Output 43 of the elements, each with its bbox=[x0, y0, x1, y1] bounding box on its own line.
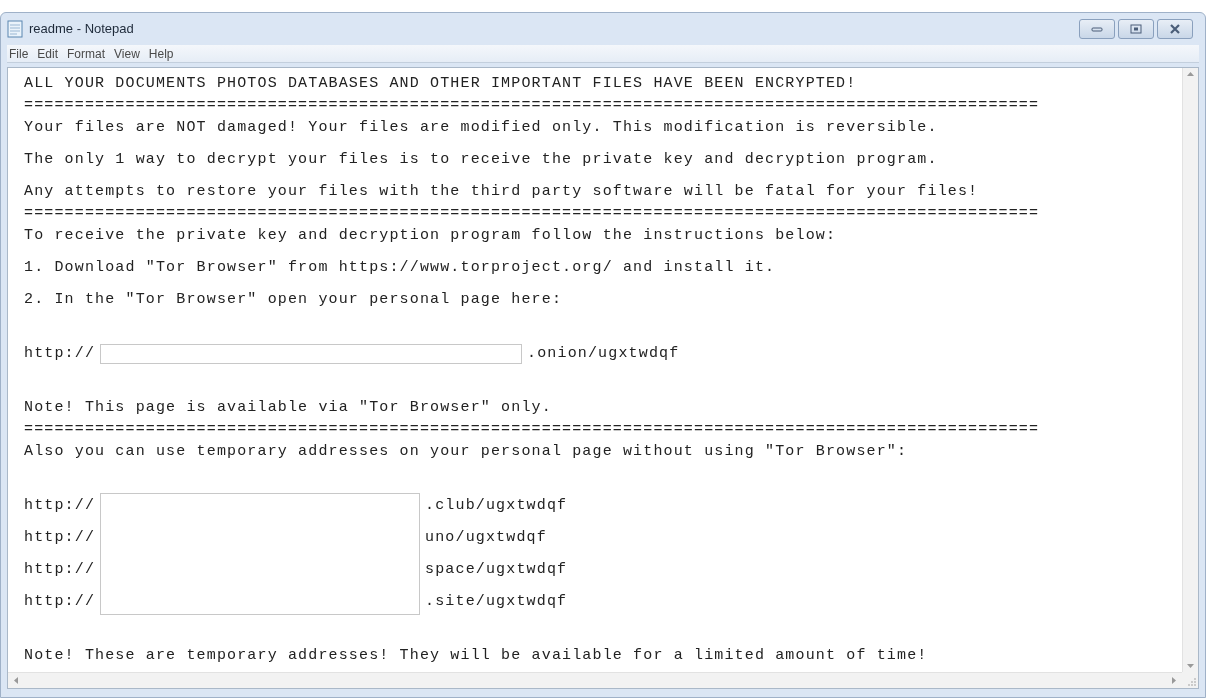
maximize-icon bbox=[1130, 24, 1142, 34]
url-text: space/ugxtwdqf bbox=[425, 559, 568, 580]
url-text: http:// bbox=[24, 495, 96, 516]
separator-line: ==================================================================================================== bbox=[24, 100, 1040, 112]
menu-item[interactable]: Edit bbox=[37, 44, 59, 63]
resize-grip-icon[interactable] bbox=[1188, 678, 1196, 686]
close-button[interactable] bbox=[1157, 19, 1193, 39]
text-line: The only 1 way to decrypt your files is to receive the private key and decryption program. bbox=[24, 149, 938, 170]
text-line: To receive the private key and decryption program follow the instructions below: bbox=[24, 225, 837, 246]
menu-item[interactable]: View bbox=[114, 44, 140, 63]
text-line: Note! This page is available via "Tor Browser" only. bbox=[24, 397, 552, 418]
scroll-left-icon[interactable] bbox=[14, 677, 18, 684]
url-text: .site/ugxtwdqf bbox=[425, 591, 568, 612]
minimize-icon bbox=[1091, 25, 1103, 33]
text-line: Any attempts to restore your files with the third party software will be fatal for your files! bbox=[24, 181, 979, 202]
url-text: http:// bbox=[24, 559, 96, 580]
separator-line: ==================================================================================================== bbox=[24, 208, 1040, 220]
minimize-button[interactable] bbox=[1079, 19, 1115, 39]
menu-item[interactable]: Format bbox=[67, 44, 106, 63]
url-text: .onion/ugxtwdqf bbox=[527, 343, 680, 364]
window-title: readme - Notepad bbox=[29, 20, 134, 39]
text-line: 2. In the "Tor Browser" open your personal page here: bbox=[24, 289, 563, 310]
vertical-scrollbar[interactable] bbox=[1182, 68, 1198, 672]
text-line: Also you can use temporary addresses on your personal page without using "Tor Browser": bbox=[24, 441, 908, 462]
text-line: 1. Download "Tor Browser" from https://www.torproject.org/ and install it. bbox=[24, 257, 776, 278]
separator-line: ==================================================================================================== bbox=[24, 424, 1040, 436]
text-line: Note! These are temporary addresses! They will be available for a limited amount of time! bbox=[24, 645, 928, 666]
scroll-up-icon[interactable] bbox=[1187, 72, 1194, 76]
horizontal-scrollbar[interactable] bbox=[8, 672, 1182, 688]
maximize-button[interactable] bbox=[1118, 19, 1154, 39]
menu-item[interactable]: File bbox=[9, 44, 29, 63]
url-text: http:// bbox=[24, 527, 96, 548]
url-text: http:// bbox=[24, 591, 96, 612]
url-text: http:// bbox=[24, 343, 96, 364]
close-icon bbox=[1169, 24, 1181, 34]
text-line: ALL YOUR DOCUMENTS PHOTOS DATABASES AND OTHER IMPORTANT FILES HAVE BEEN ENCRYPTED! bbox=[24, 73, 857, 94]
menu-item[interactable]: Help bbox=[148, 44, 174, 63]
scroll-right-icon[interactable] bbox=[1172, 677, 1176, 684]
url-text: uno/ugxtwdqf bbox=[425, 527, 547, 548]
text-line: Your files are NOT damaged! Your files are modified only. This modification is reversible. bbox=[24, 117, 938, 138]
notepad-icon bbox=[7, 20, 23, 38]
scroll-down-icon[interactable] bbox=[1187, 664, 1194, 668]
url-text: .club/ugxtwdqf bbox=[425, 495, 568, 516]
